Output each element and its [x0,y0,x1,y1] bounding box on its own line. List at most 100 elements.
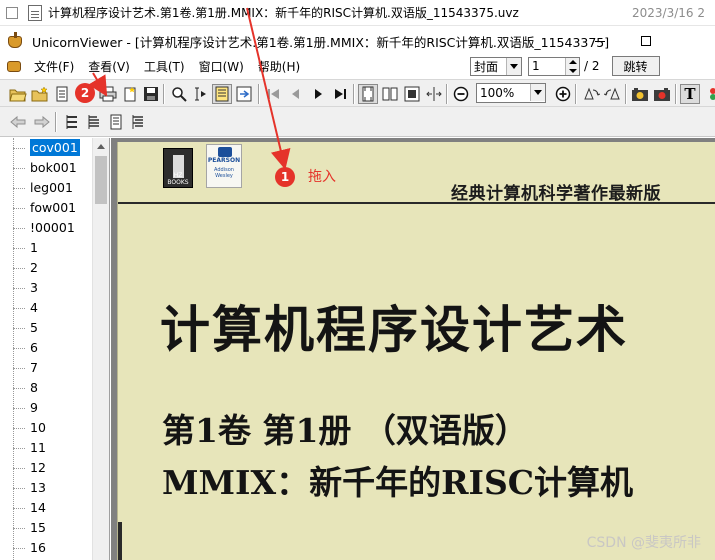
navigation-toolbar [0,107,715,137]
expand-tree-icon[interactable] [62,112,82,132]
menu-file[interactable]: 文件(F) [32,56,76,77]
cover-edge [118,522,122,560]
collapse-tree-icon[interactable] [84,112,104,132]
book-cover-page[interactable]: HZ BOOKS PEARSON Addison Wesley 经典计算机科学著… [117,142,715,560]
file-checkbox[interactable] [6,6,18,19]
tree-item[interactable]: 16 [0,538,80,558]
tree-item[interactable]: 1 [0,238,80,258]
file-name[interactable]: 计算机程序设计艺术.第1卷.第1册.MMIX：新千年的RISC计算机.双语版_1… [48,4,519,21]
tree-item[interactable]: 15 [0,518,80,538]
tree-item[interactable]: bok001 [0,158,80,178]
back-arrow-icon[interactable] [8,112,28,132]
tree-item-label: 7 [30,360,38,375]
document-tree-icon[interactable] [106,112,126,132]
rotate-right-icon[interactable] [603,84,623,104]
tree-item[interactable]: 2 [0,258,80,278]
text-tool-icon[interactable]: T [680,84,700,104]
rotate-left-icon[interactable] [581,84,601,104]
tree-item-label: 3 [30,280,38,295]
tree-item-label: 12 [30,460,46,475]
text-select-icon[interactable] [190,84,210,104]
image-export-icon[interactable] [652,84,672,104]
tree-item-label: 9 [30,400,38,415]
thumbnail-panel-icon[interactable] [234,84,254,104]
tree-item[interactable]: 11 [0,438,80,458]
tree-item[interactable]: fow001 [0,198,80,218]
page-list-icon[interactable] [52,84,72,104]
document-viewer[interactable]: HZ BOOKS PEARSON Addison Wesley 经典计算机科学著… [111,138,715,560]
hz-books-logo-text: HZ BOOKS [167,172,189,186]
scroll-thumb[interactable] [95,156,107,204]
single-page-icon[interactable] [358,84,378,104]
image-capture-icon[interactable] [630,84,650,104]
page-total: / 2 [584,59,600,73]
first-page-icon[interactable] [264,84,284,104]
chevron-down-icon[interactable] [530,84,545,101]
menu-view[interactable]: 查看(V) [86,56,132,77]
tree-item-label: 15 [30,520,46,535]
minimize-button[interactable] [577,27,623,55]
export-page-icon[interactable] [120,84,140,104]
tree-item[interactable]: 6 [0,338,80,358]
tree-item[interactable]: 10 [0,418,80,438]
outline-tree-icon[interactable] [128,112,148,132]
menu-tools[interactable]: 工具(T) [142,56,187,77]
tree-item[interactable]: 7 [0,358,80,378]
page-tree[interactable]: cov001 bok001 leg001 fow001 !00001 1 2 3 4 5 6 7 8 9 1… [0,138,110,560]
tree-item[interactable]: 3 [0,278,80,298]
zoom-out-icon[interactable] [451,84,471,104]
watermark: CSDN @斐夷所非 [586,535,701,551]
save-icon[interactable] [141,84,161,104]
window-title-bar[interactable]: UnicornViewer - [计算机程序设计艺术.第1卷.第1册.MMIX：… [0,27,715,55]
tree-item[interactable]: cov001 [0,138,80,158]
forward-arrow-icon[interactable] [32,112,52,132]
two-page-icon[interactable] [380,84,400,104]
tree-item[interactable]: 5 [0,318,80,338]
tree-scrollbar[interactable] [92,138,109,560]
scroll-up-icon[interactable] [97,144,105,149]
close-button[interactable] [669,27,715,55]
tree-item-label: cov001 [30,139,80,156]
tree-item[interactable]: !00001 [0,218,80,238]
document-menu-icon[interactable] [6,58,22,74]
next-page-icon[interactable] [308,84,328,104]
book-volume: 第1卷 第1册 （双语版） [162,411,528,450]
maximize-button[interactable] [623,27,669,55]
previous-page-icon[interactable] [286,84,306,104]
menu-help[interactable]: 帮助(H) [256,56,302,77]
new-folder-icon[interactable] [30,84,50,104]
section-select[interactable]: 封面 [470,56,522,76]
jump-button[interactable]: 跳转 [611,56,660,76]
hz-books-logo: HZ BOOKS [163,148,193,188]
tree-item-label: 14 [30,500,46,515]
tree-item[interactable]: leg001 [0,178,80,198]
section-value: 封面 [474,59,499,74]
menu-window[interactable]: 窗口(W) [197,56,246,77]
tree-item[interactable]: 13 [0,478,80,498]
page-spinner-icon[interactable] [565,57,579,75]
last-page-icon[interactable] [330,84,350,104]
fit-width-icon[interactable] [424,84,444,104]
pearson-logo-text: PEARSON [207,157,241,164]
tree-item[interactable]: 12 [0,458,80,478]
print-icon[interactable] [98,84,118,104]
page-number-input[interactable]: 1 [528,56,580,76]
file-row[interactable]: 计算机程序设计艺术.第1卷.第1册.MMIX：新千年的RISC计算机.双语版_1… [0,0,715,26]
menu-bar: 文件(F) 查看(V) 工具(T) 窗口(W) 帮助(H) 封面 1 / 2 跳… [0,55,715,77]
unicorn-app-icon[interactable] [6,32,24,50]
color-icon[interactable] [702,84,715,104]
chevron-down-icon[interactable] [506,57,521,75]
zoom-in-icon[interactable] [553,84,573,104]
tree-item-label: 11 [30,440,46,455]
tree-item-label: 16 [30,540,46,555]
zoom-search-icon[interactable] [169,84,189,104]
bookmark-panel-icon[interactable] [212,84,232,104]
open-folder-icon[interactable] [8,84,28,104]
tree-item[interactable]: 9 [0,398,80,418]
zoom-select[interactable]: 100% [476,83,546,103]
tree-item[interactable]: 8 [0,378,80,398]
tree-item[interactable]: 14 [0,498,80,518]
tree-item-label: 8 [30,380,38,395]
tree-item[interactable]: 4 [0,298,80,318]
fit-page-icon[interactable] [402,84,422,104]
